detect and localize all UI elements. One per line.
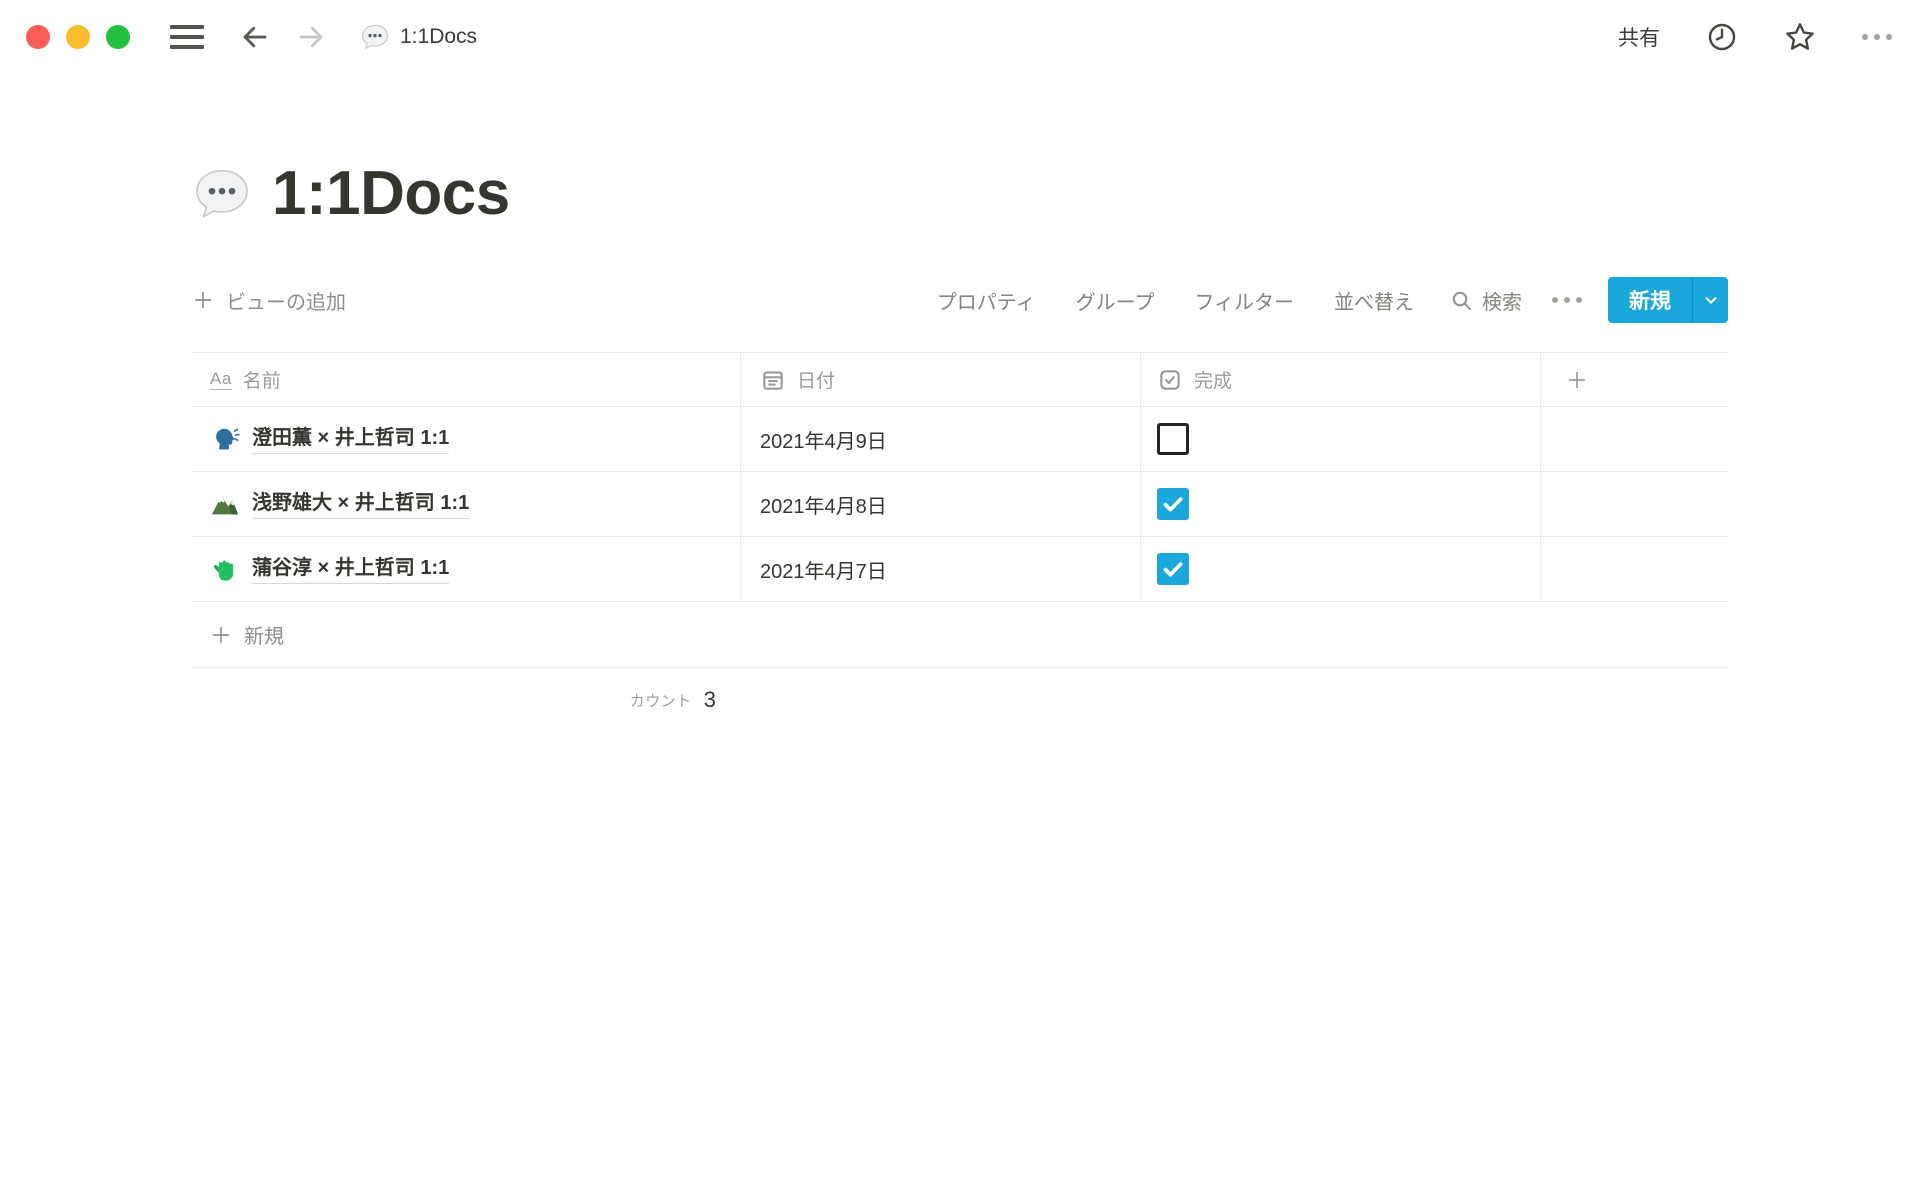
traffic-lights (26, 25, 130, 49)
column-header-date[interactable]: 日付 (740, 353, 1140, 406)
more-options-icon[interactable] (1862, 34, 1892, 40)
minimize-window-button[interactable] (66, 25, 90, 49)
search-label: 検索 (1482, 286, 1522, 315)
table-row-1: 澄田薫 × 井上哲司 1:1 2021年4月9日 (192, 407, 1728, 472)
speaking-head-emoji (210, 424, 240, 454)
mountain-emoji (210, 489, 240, 519)
calculation-row: カウント 3 (192, 668, 1728, 732)
column-header-done[interactable]: 完成 (1140, 353, 1540, 406)
name-cell[interactable]: 蒲谷淳 × 井上哲司 1:1 (192, 537, 740, 601)
done-cell[interactable] (1140, 407, 1540, 471)
column-done-label: 完成 (1194, 366, 1232, 393)
sidebar-toggle-icon[interactable] (170, 25, 204, 49)
column-header-name[interactable]: Aa 名前 (192, 353, 740, 406)
done-checkbox-checked[interactable] (1157, 553, 1189, 585)
table-row-2: 浅野雄大 × 井上哲司 1:1 2021年4月8日 (192, 472, 1728, 537)
page-title[interactable]: 1:1Docs (272, 160, 510, 228)
date-cell[interactable]: 2021年4月8日 (740, 472, 1140, 536)
new-entry-button[interactable]: 新規 (1608, 277, 1728, 323)
done-checkbox-checked[interactable] (1157, 488, 1189, 520)
new-button-label[interactable]: 新規 (1608, 277, 1692, 323)
zoom-window-button[interactable] (106, 25, 130, 49)
table-row-3: 蒲谷淳 × 井上哲司 1:1 2021年4月7日 (192, 537, 1728, 602)
date-value: 2021年4月7日 (760, 555, 887, 584)
column-date-label: 日付 (797, 366, 835, 393)
date-value: 2021年4月8日 (760, 490, 887, 519)
titlebar: 1:1Docs 共有 (0, 0, 1920, 74)
title-property-icon: Aa (210, 369, 232, 390)
done-checkbox-unchecked[interactable] (1157, 423, 1189, 455)
page-link[interactable]: 浅野雄大 × 井上哲司 1:1 (252, 490, 469, 519)
forward-arrow-icon[interactable] (296, 22, 326, 52)
name-cell[interactable]: 浅野雄大 × 井上哲司 1:1 (192, 472, 740, 536)
name-cell[interactable]: 澄田薫 × 井上哲司 1:1 (192, 407, 740, 471)
gloves-emoji (210, 554, 240, 584)
speech-balloon-icon (360, 22, 390, 52)
date-cell[interactable]: 2021年4月7日 (740, 537, 1140, 601)
table-header-row: Aa 名前 日付 完成 (192, 352, 1728, 407)
new-button-dropdown[interactable] (1692, 277, 1728, 323)
empty-cell (1540, 472, 1728, 536)
column-name-label: 名前 (243, 366, 281, 393)
add-view-button[interactable]: ビューの追加 (192, 286, 346, 315)
plus-icon (210, 624, 232, 646)
search-button[interactable]: 検索 (1450, 286, 1522, 315)
back-arrow-icon[interactable] (240, 22, 270, 52)
toolbar-menu: プロパティ グループ フィルター 並べ替え (937, 286, 1414, 315)
view-more-options-icon[interactable] (1552, 297, 1582, 303)
empty-cell (1540, 407, 1728, 471)
count-label: カウント (630, 690, 692, 711)
new-row-button[interactable]: 新規 (192, 602, 1728, 668)
plus-icon (1566, 369, 1588, 391)
breadcrumb-title: 1:1Docs (400, 25, 477, 49)
toolbar-menu-item-1[interactable]: プロパティ (937, 286, 1036, 315)
chevron-down-icon (1702, 291, 1720, 309)
date-cell[interactable]: 2021年4月9日 (740, 407, 1140, 471)
page-link[interactable]: 澄田薫 × 井上哲司 1:1 (252, 425, 449, 454)
date-value: 2021年4月9日 (760, 425, 887, 454)
checkbox-property-icon (1157, 367, 1183, 393)
favorite-star-icon[interactable] (1784, 21, 1816, 53)
toolbar-menu-item-4[interactable]: 並べ替え (1334, 286, 1414, 315)
toolbar-menu-item-2[interactable]: グループ (1076, 286, 1155, 315)
calendar-icon (760, 367, 786, 393)
updates-clock-icon[interactable] (1706, 21, 1738, 53)
view-toolbar: ビューの追加 プロパティ グループ フィルター 並べ替え 検索 新規 (192, 276, 1728, 324)
done-cell[interactable] (1140, 472, 1540, 536)
search-icon (1450, 289, 1473, 312)
add-column-button[interactable] (1540, 353, 1728, 406)
page-icon-speech-balloon[interactable] (192, 164, 252, 224)
new-row-label: 新規 (244, 620, 284, 649)
count-calculation[interactable]: カウント 3 (192, 668, 740, 732)
page-link[interactable]: 蒲谷淳 × 井上哲司 1:1 (252, 555, 449, 584)
share-button[interactable]: 共有 (1618, 22, 1660, 52)
empty-cell (1540, 537, 1728, 601)
toolbar-menu-item-3[interactable]: フィルター (1194, 286, 1294, 315)
count-value: 3 (704, 687, 716, 713)
done-cell[interactable] (1140, 537, 1540, 601)
add-view-label: ビューの追加 (226, 286, 346, 315)
close-window-button[interactable] (26, 25, 50, 49)
breadcrumb[interactable]: 1:1Docs (360, 22, 477, 52)
database-table: Aa 名前 日付 完成 澄田薫 × 井上哲司 1:1 2021年4月9日 (192, 352, 1728, 732)
